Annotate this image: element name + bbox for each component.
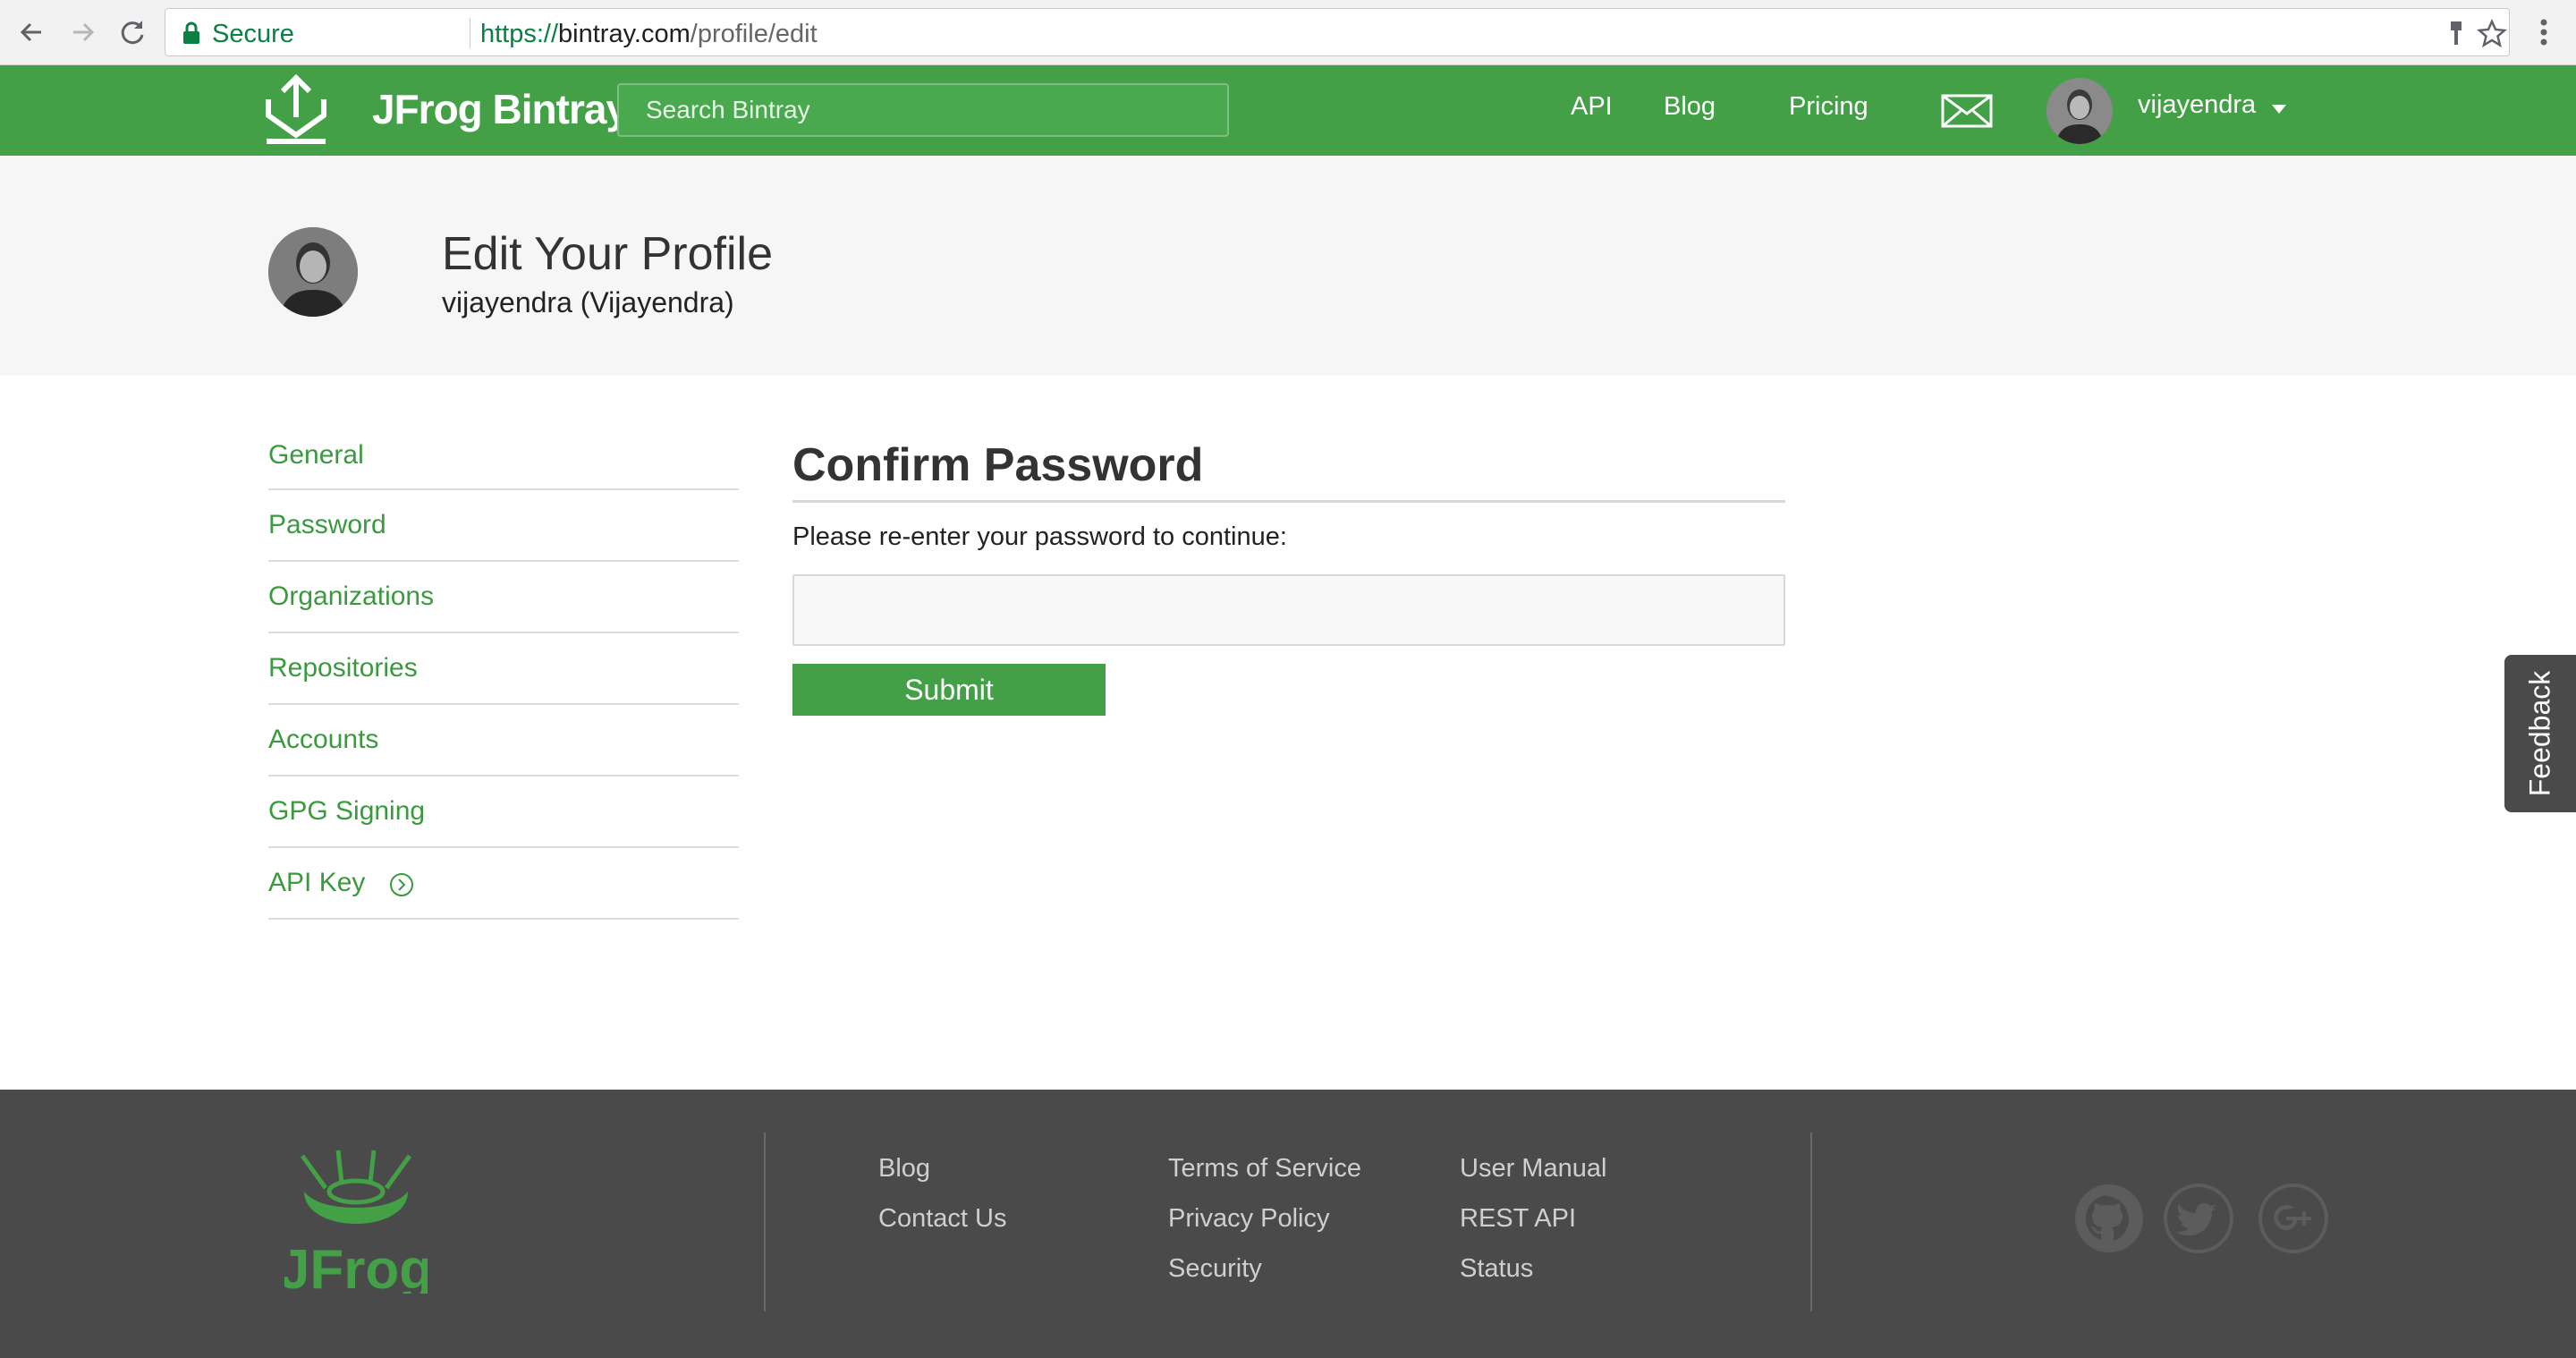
footer-link-blog[interactable]: Blog [878,1154,1006,1204]
footer-link-privacy[interactable]: Privacy Policy [1168,1204,1361,1254]
lock-icon [183,21,199,44]
url-path: /profile/edit [690,20,818,48]
back-button[interactable] [13,13,52,52]
footer-divider [1810,1133,1812,1311]
jfrog-logo-icon[interactable]: JFrog [284,1147,428,1294]
footer-link-status[interactable]: Status [1460,1254,1606,1304]
github-icon[interactable] [2073,1183,2145,1254]
sidebar-item-label: GPG Signing [268,796,426,826]
twitter-icon[interactable] [2163,1183,2234,1254]
bookmark-star-icon[interactable] [2477,18,2507,48]
footer-column-3: User Manual REST API Status [1460,1154,1606,1304]
footer-column-1: Blog Contact Us [878,1154,1006,1254]
user-photo-icon [268,227,358,317]
brand-name[interactable]: JFrog Bintray [372,85,629,133]
secure-label: Secure [212,20,294,48]
sidebar-item-api-key[interactable]: API Key [268,848,739,920]
footer-link-contact-us[interactable]: Contact Us [878,1204,1006,1254]
password-prompt: Please re-enter your password to continu… [792,522,1287,551]
sidebar-item-repositories[interactable]: Repositories [268,633,739,705]
footer-link-security[interactable]: Security [1168,1254,1361,1304]
sidebar-item-password[interactable]: Password [268,490,739,562]
feedback-label: Feedback [2523,670,2556,797]
reload-button[interactable] [113,13,152,52]
paint-brush-icon[interactable] [2441,18,2471,48]
footer: JFrog Blog Contact Us Terms of Service P… [0,1090,2576,1358]
page-subtitle: vijayendra (Vijayendra) [442,286,734,318]
feedback-tab[interactable]: Feedback [2504,655,2576,812]
footer-column-2: Terms of Service Privacy Policy Security [1168,1154,1361,1304]
bintray-logo-icon[interactable] [265,74,327,146]
footer-divider [764,1133,766,1311]
user-photo-icon [2046,78,2113,144]
browser-menu-icon[interactable] [2524,13,2563,52]
nav-link-blog[interactable]: Blog [1664,92,1716,122]
search-input[interactable]: Search Bintray [617,83,1229,137]
url-text: https://bintray.com/profile/edit [480,20,818,49]
url-host: bintray.com [558,20,691,48]
url-scheme: https:// [480,20,559,48]
sidebar-item-accounts[interactable]: Accounts [268,705,739,777]
forward-arrow-icon [73,22,95,42]
mail-icon[interactable] [1941,94,1993,128]
forward-button[interactable] [63,13,102,52]
sidebar-item-label: API Key [268,868,366,897]
chevron-down-icon[interactable] [2272,105,2286,114]
sidebar-item-label: Password [268,510,386,539]
sidebar-item-gpg-signing[interactable]: GPG Signing [268,777,739,848]
sidebar-item-label: General [268,440,364,470]
google-plus-icon[interactable] [2258,1183,2329,1254]
profile-avatar [268,227,358,317]
submit-button[interactable]: Submit [792,664,1106,716]
sidebar-item-organizations[interactable]: Organizations [268,562,739,633]
nav-link-api[interactable]: API [1571,92,1613,122]
section-title: Confirm Password [792,438,1785,503]
sidebar-item-label: Organizations [268,581,435,611]
reload-icon [121,21,144,45]
user-menu-name[interactable]: vijayendra [2138,90,2256,120]
nav-link-pricing[interactable]: Pricing [1789,92,1868,122]
site-header: JFrog Bintray Search Bintray API Blog Pr… [0,65,2576,156]
profile-banner: Edit Your Profile vijayendra (Vijayendra… [0,156,2576,376]
back-arrow-icon [20,22,41,42]
profile-settings-menu: General Password Organizations Repositor… [268,420,739,920]
footer-link-rest-api[interactable]: REST API [1460,1204,1606,1254]
browser-toolbar: Secure https://bintray.com/profile/edit [0,0,2576,65]
footer-link-terms[interactable]: Terms of Service [1168,1154,1361,1204]
sidebar-item-general[interactable]: General [268,420,739,490]
circle-arrow-right-icon [390,873,414,896]
password-field[interactable] [792,574,1785,646]
sidebar-item-label: Accounts [268,725,379,754]
sidebar-item-label: Repositories [268,653,418,683]
svg-text:JFrog: JFrog [284,1239,428,1294]
address-bar[interactable]: Secure https://bintray.com/profile/edit [165,8,2510,56]
footer-link-user-manual[interactable]: User Manual [1460,1154,1606,1204]
avatar[interactable] [2046,78,2113,144]
page-title: Edit Your Profile [442,228,774,280]
